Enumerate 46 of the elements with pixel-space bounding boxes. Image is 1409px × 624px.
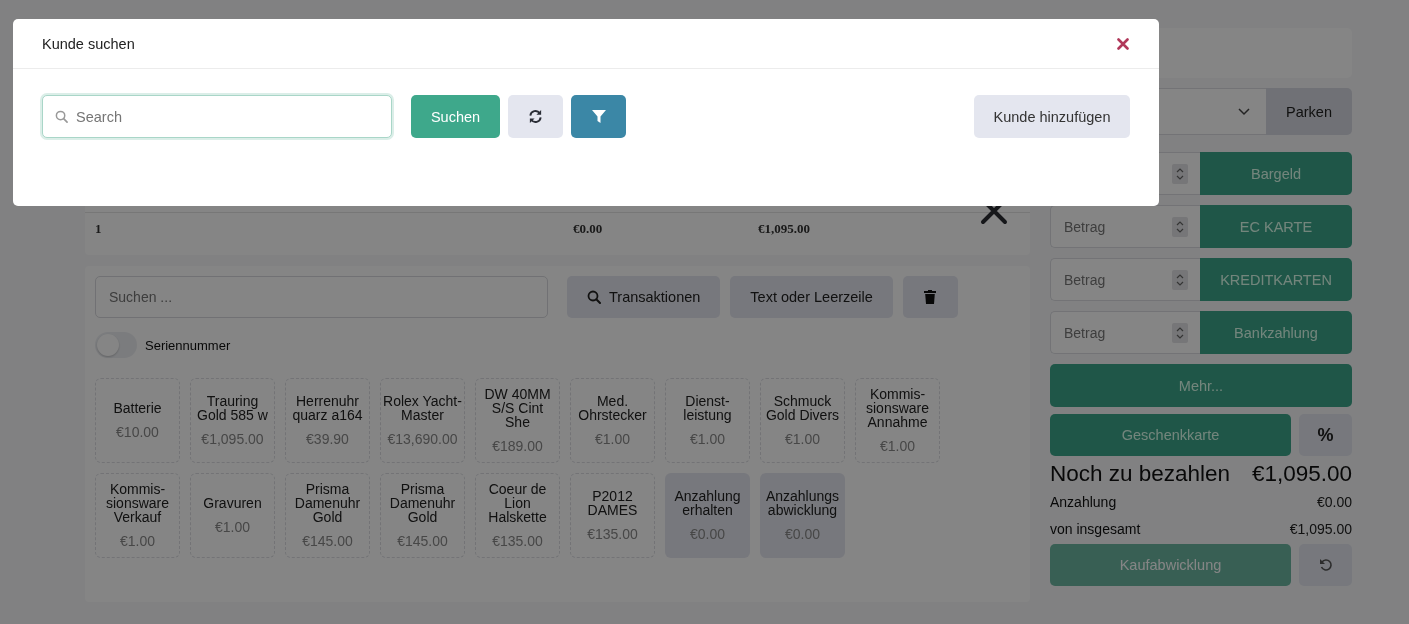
- product-price: €10.00: [116, 424, 159, 440]
- due-amount: €1,095.00: [1251, 460, 1352, 488]
- product-name: P2012 DAMES: [586, 489, 639, 517]
- table-cell-text: €1,095.00: [758, 221, 811, 237]
- product-name: Prisma Damenuhr Gold: [388, 482, 457, 524]
- product-name: Rolex Yacht-Master: [383, 394, 462, 422]
- product-name: Schmuck Gold Divers: [764, 394, 841, 422]
- placeholder-text: Betrag: [1064, 218, 1107, 235]
- product-name: Anzahlung erhalten: [673, 489, 742, 517]
- product-name: Gravuren: [203, 496, 262, 510]
- placeholder-text: Betrag: [1064, 324, 1107, 341]
- dialog-title: Kunde suchen: [42, 35, 135, 52]
- total-label: Anzahlung: [1050, 493, 1117, 510]
- due-label: Noch zu bezahlen: [1050, 460, 1231, 488]
- product-name: Prisma Damenuhr Gold: [293, 482, 362, 524]
- toggle-label: Seriennummer: [145, 337, 231, 353]
- product-price: €189.00: [492, 438, 543, 454]
- product-name: Kommis-sionsware Verkauf: [105, 482, 170, 524]
- product-price: €145.00: [397, 533, 448, 549]
- total-value: €0.00: [1316, 493, 1352, 510]
- product-price: €1.00: [689, 431, 725, 447]
- product-price: €1.00: [784, 431, 820, 447]
- product-price: €135.00: [492, 533, 543, 549]
- product-name: Med. Ohrstecker: [577, 394, 648, 422]
- table-cell-text: €0.00: [573, 221, 604, 237]
- product-price: €13,690.00: [387, 431, 458, 447]
- product-price: €135.00: [587, 526, 638, 542]
- product-price: €1,095.00: [201, 431, 264, 447]
- product-price: €1.00: [594, 431, 630, 447]
- product-name: Dienst-leistung: [682, 394, 733, 422]
- product-name: Anzahlungs abwicklung: [764, 489, 841, 517]
- product-price: €1.00: [214, 519, 250, 535]
- product-name: DW 40MM S/S Cint She: [483, 387, 552, 429]
- placeholder-text: Betrag: [1064, 271, 1107, 288]
- total-value: €1,095.00: [1289, 520, 1352, 537]
- product-name: Kommis-sionsware Annahme: [865, 387, 930, 429]
- product-price: €39.90: [306, 431, 349, 447]
- product-name: Trauring Gold 585 w: [196, 394, 269, 422]
- total-label: von insgesamt: [1050, 520, 1141, 537]
- product-price: €145.00: [302, 533, 353, 549]
- table-cell-text: 1: [95, 221, 103, 237]
- product-name: Herrenuhr quarz a164: [291, 394, 364, 422]
- product-name: Batterie: [113, 401, 162, 415]
- product-price: €1.00: [879, 438, 915, 454]
- product-price: €1.00: [119, 533, 155, 549]
- product-name: Coeur de Lion Halskette: [487, 482, 548, 524]
